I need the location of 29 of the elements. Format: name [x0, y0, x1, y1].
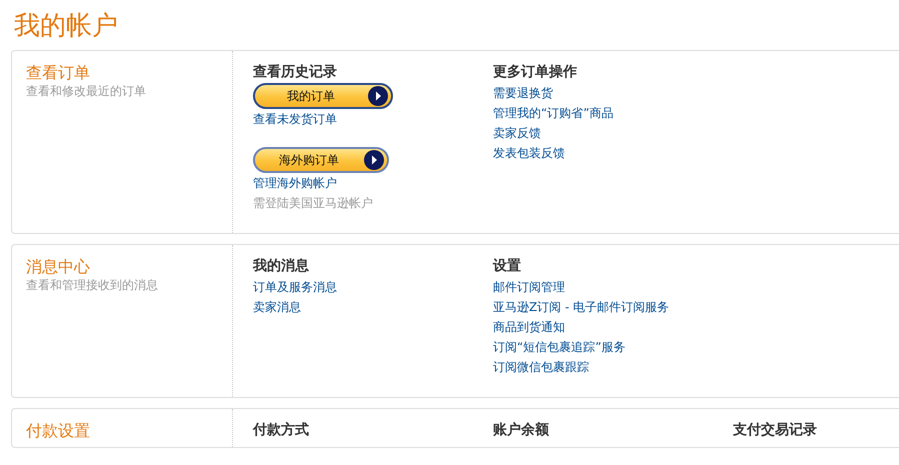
link[interactable]: 订阅“短信包裹追踪”服务: [493, 337, 626, 357]
link[interactable]: 管理我的“订购省”商品: [493, 103, 614, 123]
column-heading: 账户余额: [493, 421, 550, 439]
link[interactable]: 发表包装反馈: [493, 143, 565, 163]
section-title: 查看订单: [26, 63, 91, 83]
section-description: 查看和修改最近的订单: [26, 83, 147, 99]
link[interactable]: 卖家反馈: [493, 123, 541, 143]
link[interactable]: 订单及服务消息: [253, 277, 337, 297]
link[interactable]: 订阅微信包裹跟踪: [493, 357, 589, 377]
column-heading: 付款方式: [253, 421, 310, 439]
page-title: 我的帐户: [13, 10, 119, 43]
link[interactable]: 亚马逊Z订阅 - 电子邮件订阅服务: [493, 297, 670, 317]
link[interactable]: 管理海外购帐户: [253, 173, 337, 193]
link[interactable]: 卖家消息: [253, 297, 301, 317]
section-title: 付款设置: [26, 421, 91, 441]
order-button[interactable]: 我的订单: [253, 83, 393, 109]
order-button[interactable]: 海外购订单: [253, 147, 389, 173]
column-heading: 支付交易记录: [733, 421, 818, 439]
note-text: 需登陆美国亚马逊帐户: [253, 196, 373, 210]
column-heading: 更多订单操作: [493, 63, 578, 81]
link[interactable]: 商品到货通知: [493, 317, 565, 337]
section-title: 消息中心: [26, 257, 91, 277]
link[interactable]: 查看未发货订单: [253, 109, 337, 129]
link[interactable]: 邮件订阅管理: [493, 277, 565, 297]
column-heading: 我的消息: [253, 257, 310, 275]
column-heading: 设置: [493, 257, 522, 275]
column-heading: 查看历史记录: [253, 63, 338, 81]
section-description: 查看和管理接收到的消息: [26, 277, 159, 293]
link[interactable]: 需要退换货: [493, 83, 553, 103]
